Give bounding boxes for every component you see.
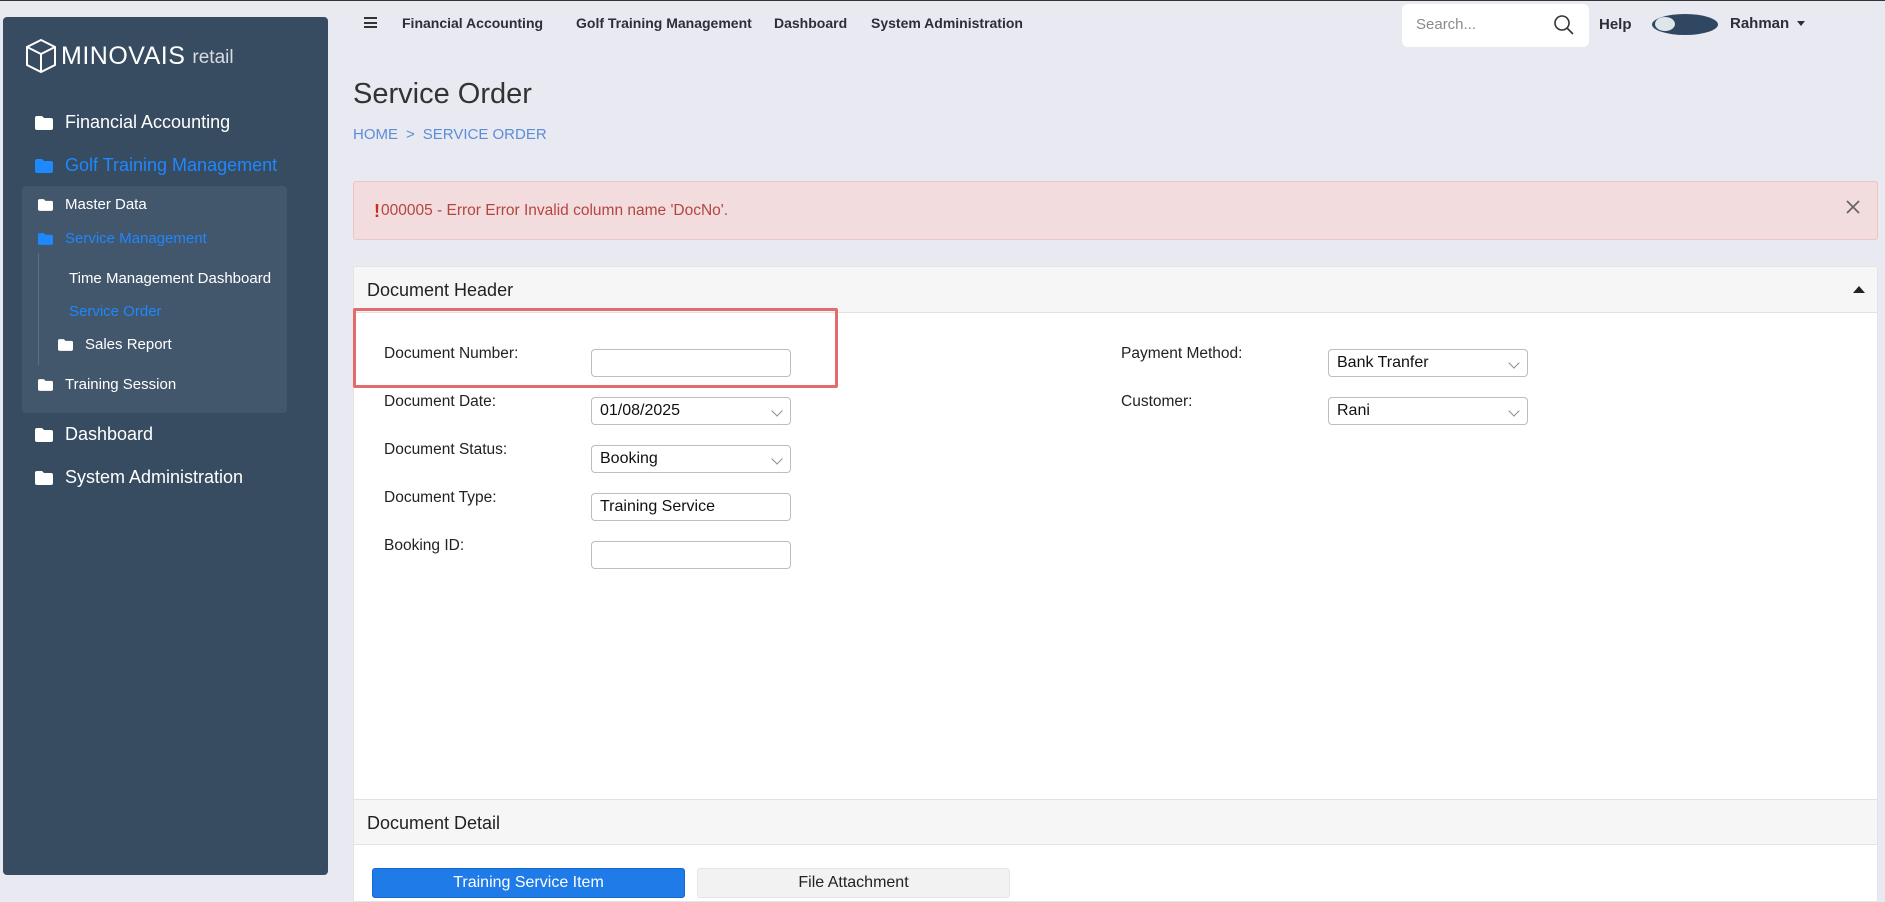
breadcrumb-home[interactable]: HOME (353, 126, 398, 143)
tab-file-attachment[interactable]: File Attachment (697, 868, 1010, 898)
help-link[interactable]: Help (1599, 16, 1632, 33)
document-date-picker[interactable]: 01/08/2025 (591, 397, 791, 425)
document-type-label: Document Type: (384, 489, 497, 506)
logo-subtext: retail (192, 47, 234, 68)
chevron-down-icon (771, 453, 783, 465)
avatar[interactable] (1652, 14, 1718, 35)
customer-select[interactable]: Rani (1328, 397, 1528, 425)
breadcrumb-current: SERVICE ORDER (422, 126, 547, 143)
payment-method-label: Payment Method: (1121, 345, 1243, 362)
document-date-label: Document Date: (384, 393, 496, 410)
sidebar-item-label: Golf Training Management (65, 155, 278, 175)
exclamation-icon: ! (374, 201, 380, 221)
user-name: Rahman (1730, 15, 1790, 32)
window-top-border (0, 0, 1885, 1)
sidebar-item-label: Financial Accounting (65, 112, 231, 132)
breadcrumb: HOME > SERVICE ORDER (353, 126, 555, 143)
sidebar-item-label: Service Order (69, 303, 162, 320)
topnav-financial-accounting[interactable]: Financial Accounting (402, 15, 543, 31)
search-box (1402, 4, 1589, 47)
alert-message: 000005 - Error Error Invalid column name… (381, 202, 729, 219)
tab-training-service-item[interactable]: Training Service Item (372, 868, 685, 898)
booking-id-label: Booking ID: (384, 537, 465, 554)
logo[interactable]: MINOVAIS retail (25, 36, 234, 76)
document-detail-title: Document Detail (367, 813, 501, 833)
topnav-system-administration[interactable]: System Administration (871, 15, 1023, 31)
chevron-down-icon (1508, 405, 1520, 417)
sidebar-item-sales-report[interactable]: Sales Report (58, 336, 172, 353)
payment-method-value: Bank Tranfer (1337, 354, 1429, 371)
document-detail-bar: Document Detail (354, 799, 1877, 845)
document-type-input[interactable] (591, 493, 791, 521)
collapse-up-icon[interactable] (1853, 286, 1865, 293)
sidebar-item-label: Training Session (65, 376, 177, 393)
search-input[interactable] (1416, 16, 1546, 33)
tree-line (38, 253, 39, 365)
sidebar-item-service-order[interactable]: Service Order (69, 303, 162, 320)
sidebar-item-time-management-dashboard[interactable]: Time Management Dashboard (69, 270, 271, 287)
error-alert: ! 000005 - Error Error Invalid column na… (353, 181, 1878, 240)
folder-icon (38, 378, 53, 391)
folder-icon (35, 470, 53, 485)
sidebar-item-training-session[interactable]: Training Session (38, 376, 176, 393)
sidebar-subpanel: Master Data Service Management Time Mana… (22, 186, 287, 413)
folder-open-icon (38, 232, 53, 245)
document-header-title: Document Header (367, 280, 514, 300)
close-icon[interactable] (1844, 198, 1862, 216)
sidebar-item-label: Time Management Dashboard (69, 270, 272, 287)
chevron-down-icon (771, 405, 783, 417)
sidebar-item-dashboard[interactable]: Dashboard (35, 424, 153, 445)
chevron-down-icon (1508, 357, 1520, 369)
document-date-value: 01/08/2025 (600, 402, 681, 419)
sidebar-item-system-administration[interactable]: System Administration (35, 467, 243, 488)
customer-label: Customer: (1121, 393, 1193, 410)
logo-text: MINOVAIS (61, 41, 186, 70)
document-status-value: Booking (600, 450, 658, 467)
box-logo-icon (26, 38, 56, 74)
document-status-select[interactable]: Booking (591, 445, 791, 473)
topnav-golf-training-management[interactable]: Golf Training Management (576, 15, 752, 31)
page-title: Service Order (353, 78, 532, 110)
sidebar-item-label: Dashboard (65, 424, 154, 444)
sidebar-item-golf-training-management[interactable]: Golf Training Management (35, 155, 277, 176)
folder-icon (38, 198, 53, 211)
document-header-bar[interactable]: Document Header (354, 267, 1877, 313)
folder-open-icon (35, 158, 53, 173)
sidebar-item-service-management[interactable]: Service Management (38, 230, 207, 247)
sidebar-item-master-data[interactable]: Master Data (38, 196, 147, 213)
sidebar-item-label: Service Management (65, 230, 207, 247)
document-status-label: Document Status: (384, 441, 508, 458)
folder-icon (35, 115, 53, 130)
booking-id-input[interactable] (591, 541, 791, 569)
sidebar-item-label: Master Data (65, 196, 147, 213)
topnav-dashboard[interactable]: Dashboard (774, 15, 847, 31)
caret-down-icon (1797, 21, 1806, 26)
breadcrumb-separator: > (406, 126, 415, 143)
document-number-input[interactable] (591, 349, 791, 377)
payment-method-select[interactable]: Bank Tranfer (1328, 349, 1528, 377)
folder-icon (35, 427, 53, 442)
customer-value: Rani (1337, 402, 1370, 419)
hamburger-menu-icon[interactable] (364, 17, 377, 28)
user-menu[interactable]: Rahman (1730, 15, 1806, 32)
document-card: Document Header Document Number: Documen… (353, 266, 1878, 902)
search-icon[interactable] (1553, 14, 1575, 36)
sidebar-item-financial-accounting[interactable]: Financial Accounting (35, 112, 230, 133)
document-number-label: Document Number: (384, 345, 519, 362)
sidebar-item-label: Sales Report (85, 336, 172, 353)
folder-icon (58, 338, 73, 351)
sidebar-item-label: System Administration (65, 467, 244, 487)
sidebar: MINOVAIS retail Financial Accounting Gol… (3, 17, 328, 875)
